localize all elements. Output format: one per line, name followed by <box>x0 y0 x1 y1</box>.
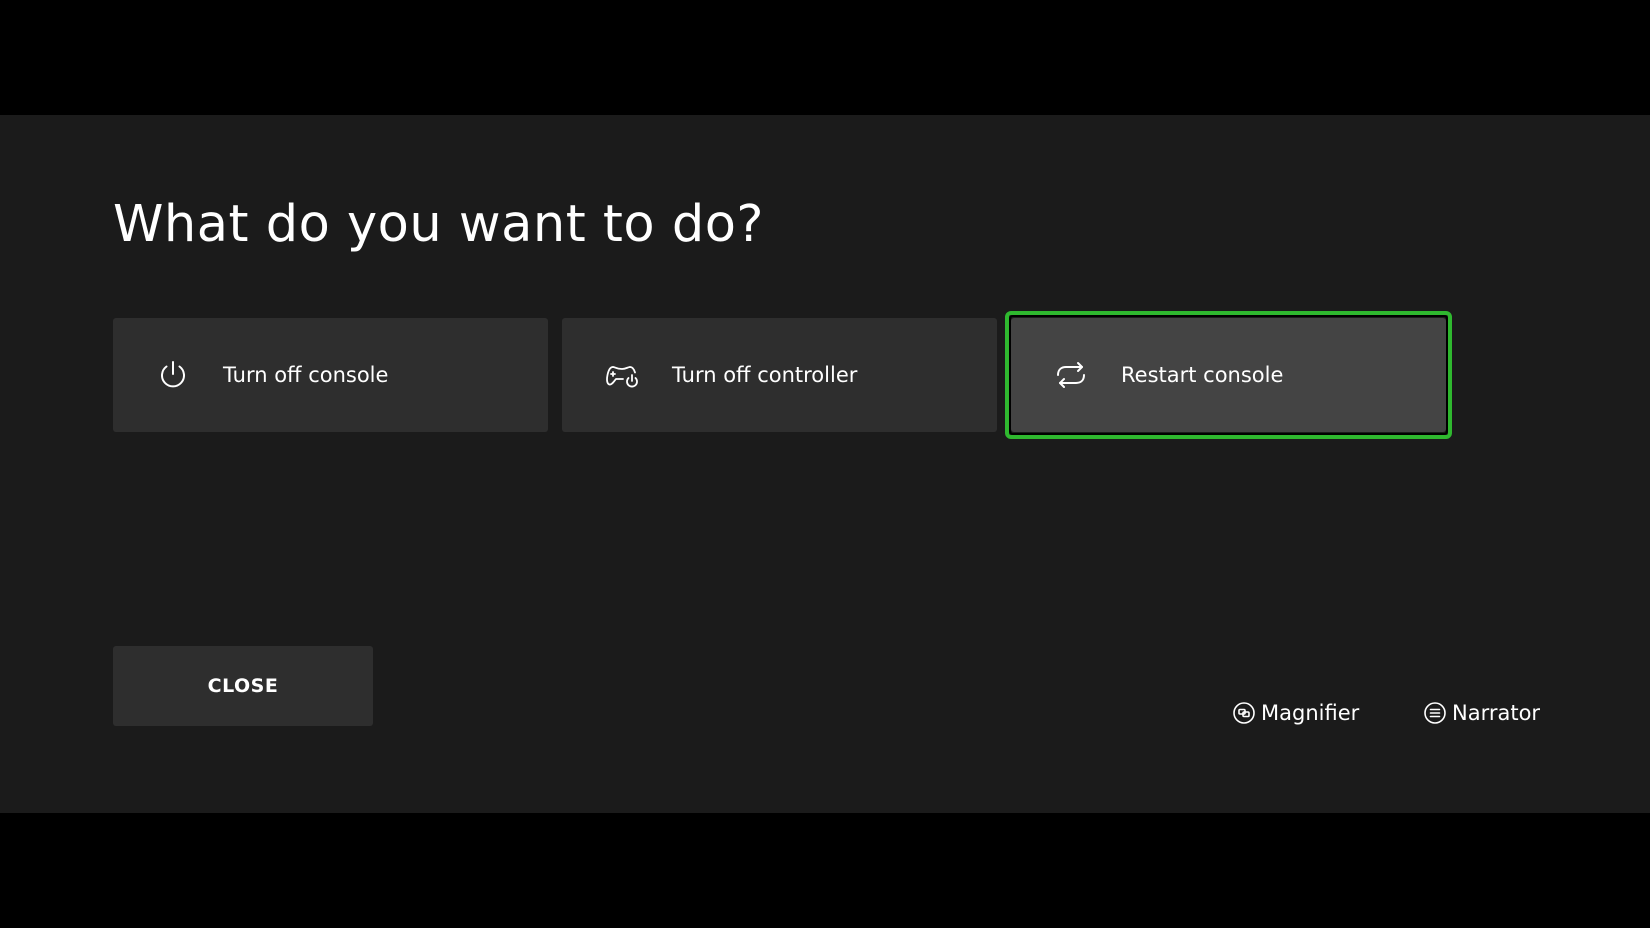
close-button[interactable]: CLOSE <box>113 646 373 726</box>
magnifier-label: Magnifier <box>1261 701 1360 725</box>
turn-off-console-button[interactable]: Turn off console <box>113 318 548 432</box>
magnifier-button[interactable]: Magnifier <box>1232 695 1359 731</box>
magnifier-icon <box>1233 702 1255 724</box>
narrator-label: Narrator <box>1452 701 1541 725</box>
restart-console-button[interactable]: Restart console <box>1011 318 1446 432</box>
turn-off-controller-label: Turn off controller <box>672 363 858 387</box>
letterbox-bottom <box>0 813 1650 928</box>
power-icon <box>161 361 185 388</box>
turn-off-console-label: Turn off console <box>223 363 389 387</box>
letterbox-top <box>0 0 1650 115</box>
restart-icon <box>1057 362 1085 388</box>
restart-console-label: Restart console <box>1121 363 1284 387</box>
menu-icon <box>1424 702 1446 724</box>
dialog-title: What do you want to do? <box>113 195 764 254</box>
power-options: Turn off console Turn off controller Res… <box>113 311 1453 439</box>
controller-power-icon <box>606 366 638 388</box>
narrator-button[interactable]: Narrator <box>1423 695 1540 731</box>
turn-off-controller-button[interactable]: Turn off controller <box>562 318 997 432</box>
power-dialog: What do you want to do? Turn off console… <box>0 115 1650 813</box>
